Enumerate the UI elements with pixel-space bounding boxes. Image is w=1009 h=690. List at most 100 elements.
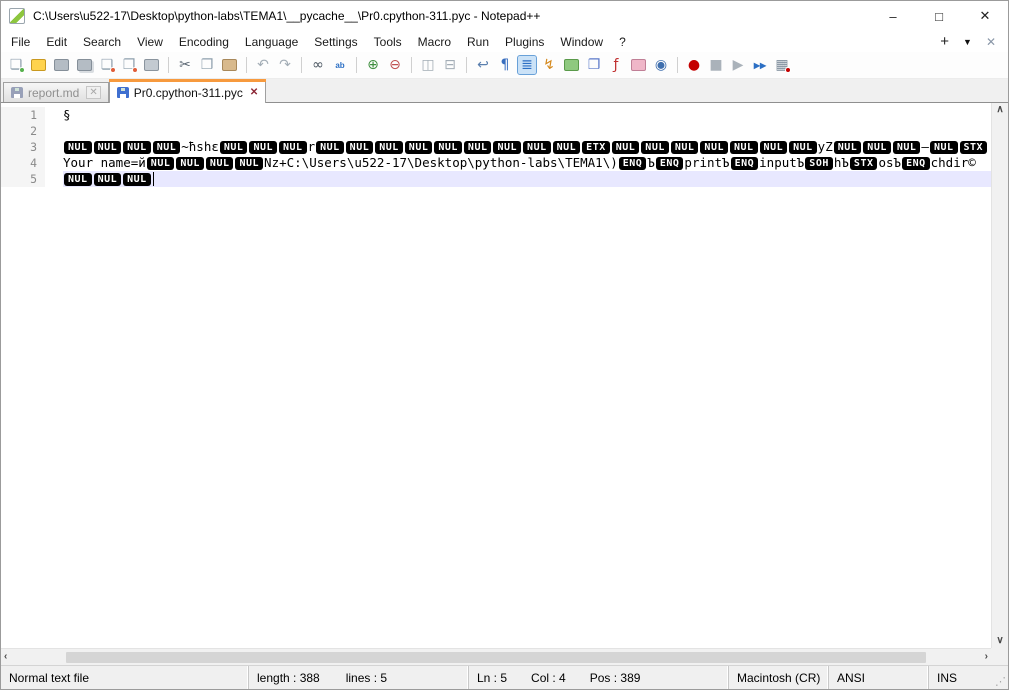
line-number: 1: [1, 107, 45, 123]
tab-list-dropdown-icon[interactable]: ▼: [963, 37, 972, 47]
saved-file-floppy-icon: [11, 87, 23, 98]
menu-macro[interactable]: Macro: [410, 33, 459, 51]
control-char-nul: NUL: [893, 141, 921, 154]
tab-report-md[interactable]: report.md✕: [3, 82, 109, 102]
window-lightning-icon[interactable]: ↯: [540, 56, 558, 74]
save-all-icon[interactable]: [77, 59, 92, 71]
play-macro-icon[interactable]: ▶: [729, 56, 747, 74]
text-token: osЪ: [878, 155, 901, 171]
menu-encoding[interactable]: Encoding: [171, 33, 237, 51]
text-token: §: [63, 107, 71, 123]
indent-guide-icon[interactable]: ≣: [518, 56, 536, 74]
line-content[interactable]: NULNULNUL: [63, 171, 991, 187]
menu-view[interactable]: View: [129, 33, 171, 51]
length-label: length : 388: [257, 671, 320, 685]
menu-language[interactable]: Language: [237, 33, 306, 51]
menu-settings[interactable]: Settings: [306, 33, 365, 51]
close-all-icon[interactable]: ❐: [120, 56, 138, 74]
control-char-nul: NUL: [493, 141, 521, 154]
toolbar-separator: [677, 57, 678, 73]
tab-close-icon[interactable]: ✕: [86, 86, 100, 99]
paste-icon[interactable]: [222, 59, 237, 71]
redo-icon[interactable]: ↷: [276, 56, 294, 74]
control-char-nul: NUL: [375, 141, 403, 154]
minimize-button[interactable]: –: [870, 1, 916, 31]
open-folder-icon[interactable]: [31, 59, 46, 71]
save-macro-icon[interactable]: ▦: [773, 56, 791, 74]
save-icon[interactable]: [54, 59, 69, 71]
sync-vertical-icon[interactable]: ◫: [419, 56, 437, 74]
control-char-etx: ETX: [582, 141, 610, 154]
menu-help[interactable]: ?: [611, 33, 634, 51]
control-char-stx: STX: [850, 157, 878, 170]
line-content[interactable]: Your name=йNULNULNULNULNz+C:\Users\u522-…: [63, 155, 991, 171]
text-caret: [153, 172, 154, 186]
maximize-button[interactable]: □: [916, 1, 962, 31]
horizontal-scrollbar[interactable]: ‹ ›: [1, 648, 991, 665]
tab-pr0-cpython-311-pyc[interactable]: Pr0.cpython-311.pyc✕: [109, 79, 267, 103]
status-eol-format[interactable]: Macintosh (CR): [729, 666, 829, 689]
vertical-scrollbar[interactable]: ∧ ∨: [991, 103, 1008, 648]
editor-line: 2: [1, 123, 991, 139]
monitoring-eye-icon[interactable]: ◉: [652, 56, 670, 74]
menu-run[interactable]: Run: [459, 33, 497, 51]
close-all-icon-badge: [132, 67, 138, 73]
run-macro-multiple-icon[interactable]: ▶▶: [751, 56, 769, 74]
control-char-nul: NUL: [235, 157, 263, 170]
resize-grip-icon[interactable]: ⋰: [995, 675, 1006, 688]
menu-window[interactable]: Window: [552, 33, 611, 51]
close-file-icon[interactable]: ❏: [98, 56, 116, 74]
tab-close-icon[interactable]: ✕: [250, 87, 258, 98]
title-bar: C:\Users\u522-17\Desktop\python-labs\TEM…: [1, 1, 1008, 31]
scroll-up-arrow-icon[interactable]: ∧: [996, 105, 1003, 115]
find-icon[interactable]: ∞: [309, 56, 327, 74]
close-button[interactable]: ✕: [962, 1, 1008, 31]
menu-plugins[interactable]: Plugins: [497, 33, 552, 51]
control-char-nul: NUL: [94, 173, 122, 186]
menu-edit[interactable]: Edit: [38, 33, 75, 51]
scroll-down-arrow-icon[interactable]: ∨: [996, 636, 1003, 646]
close-tab-x-icon[interactable]: ✕: [986, 35, 996, 49]
undo-icon[interactable]: ↶: [254, 56, 272, 74]
cut-icon[interactable]: ✂: [176, 56, 194, 74]
line-content[interactable]: §: [63, 107, 991, 123]
status-cursor-position: Ln : 5 Col : 4 Pos : 389: [469, 666, 729, 689]
menu-search[interactable]: Search: [75, 33, 129, 51]
menu-items: FileEditSearchViewEncodingLanguageSettin…: [3, 33, 634, 51]
document-map-icon[interactable]: [564, 59, 579, 71]
line-content[interactable]: NULNULNULNUL~ħshεNULNULNULrNULNULNULNULN…: [63, 139, 991, 155]
status-encoding[interactable]: ANSI: [829, 666, 929, 689]
show-all-characters-icon[interactable]: ¶: [496, 56, 514, 74]
print-icon[interactable]: [144, 59, 159, 71]
control-char-nul: NUL: [553, 141, 581, 154]
editor-line: 4Your name=йNULNULNULNULNz+C:\Users\u522…: [1, 155, 991, 171]
stop-macro-icon[interactable]: ■: [707, 56, 725, 74]
zoom-out-icon[interactable]: ⊖: [386, 56, 404, 74]
text-editing-surface[interactable]: 1§23NULNULNULNUL~ħshεNULNULNULrNULNULNUL…: [1, 103, 991, 648]
sync-horizontal-icon[interactable]: ⊟: [441, 56, 459, 74]
document-list-icon[interactable]: ❐: [585, 56, 603, 74]
line-content[interactable]: [63, 123, 991, 139]
function-list-icon[interactable]: ƒ: [607, 56, 625, 74]
scroll-left-arrow-icon[interactable]: ‹: [4, 652, 7, 662]
record-macro-icon[interactable]: ●: [685, 56, 703, 74]
horizontal-scroll-thumb[interactable]: [66, 652, 926, 663]
new-file-icon[interactable]: ❏: [7, 56, 25, 74]
control-char-stx: STX: [960, 141, 988, 154]
menu-file[interactable]: File: [3, 33, 38, 51]
copy-icon[interactable]: ❐: [198, 56, 216, 74]
folder-as-workspace-icon[interactable]: [631, 59, 646, 71]
line-number: 2: [1, 123, 45, 139]
word-wrap-icon[interactable]: ↩: [474, 56, 492, 74]
scroll-right-arrow-icon[interactable]: ›: [985, 652, 988, 662]
zoom-in-icon[interactable]: ⊕: [364, 56, 382, 74]
text-token: ~ħshε: [181, 139, 219, 155]
text-token: inputЪ: [759, 155, 804, 171]
replace-icon[interactable]: ab: [331, 56, 349, 74]
status-doc-type: Normal text file: [1, 666, 249, 689]
lines-label: lines : 5: [346, 671, 387, 685]
new-tab-plus-icon[interactable]: +: [940, 33, 949, 50]
menu-tools[interactable]: Tools: [366, 33, 410, 51]
window-title: C:\Users\u522-17\Desktop\python-labs\TEM…: [33, 9, 540, 23]
control-char-nul: NUL: [405, 141, 433, 154]
